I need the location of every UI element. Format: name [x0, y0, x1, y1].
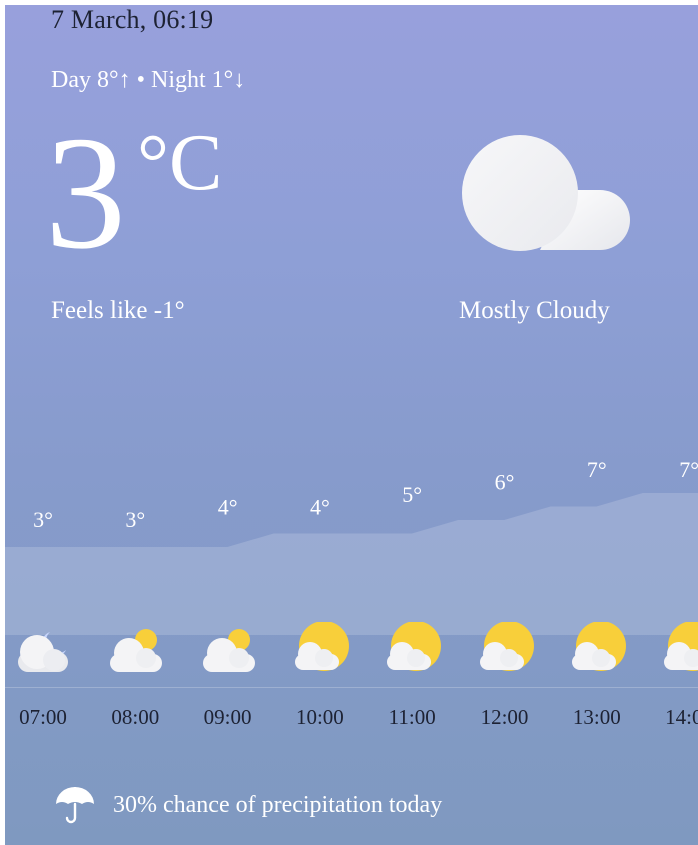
sun-cloud-icon	[381, 621, 443, 676]
hourly-temp-label: 6°	[495, 470, 515, 495]
hourly-temperature-chart: 3° 3° 4° 4° 5° 6° 7° 7°	[5, 457, 698, 635]
hourly-temp-label: 3°	[33, 507, 53, 532]
current-temperature: 3	[45, 104, 126, 283]
hourly-temp-label: 7°	[587, 457, 607, 482]
hourly-time-label: 11:00	[388, 705, 436, 729]
temperature-area	[5, 493, 698, 635]
hourly-time-label: 10:00	[295, 705, 344, 729]
precipitation-text: 30% chance of precipitation today	[113, 791, 443, 818]
hourly-time-label: 08:00	[111, 705, 160, 729]
cloud-moon-icon	[462, 107, 630, 251]
umbrella-icon	[56, 787, 94, 824]
hourly-temp-label: 7°	[679, 457, 698, 482]
hourly-time-label: 14:00	[665, 705, 698, 729]
cloud-sun-icon	[197, 622, 259, 676]
sun-cloud-icon	[566, 621, 628, 676]
sun-cloud-icon	[658, 621, 698, 676]
hourly-time-label: 07:00	[19, 705, 67, 729]
cloud-sun-icon	[104, 622, 166, 676]
hourly-temp-label: 3°	[125, 507, 145, 532]
weather-screen: 7 March, 06:19 Day 8°↑ • Night 1°↓ 3 °C …	[5, 5, 698, 845]
divider	[5, 687, 698, 688]
hourly-time-label: 09:00	[203, 705, 252, 729]
condition-label: Mostly Cloudy	[459, 297, 610, 324]
hourly-temp-label: 4°	[218, 495, 238, 520]
hourly-time-label: 12:00	[480, 705, 529, 729]
hourly-temp-label: 4°	[310, 495, 330, 520]
hourly-time-label: 13:00	[572, 705, 621, 729]
sun-cloud-icon	[474, 621, 536, 676]
sun-cloud-icon	[289, 621, 351, 676]
hourly-temp-label: 5°	[402, 482, 422, 507]
feels-like: Feels like -1°	[51, 297, 185, 324]
cloud-moon-icon	[12, 622, 74, 676]
temperature-unit: °C	[137, 119, 223, 207]
precipitation-row: 30% chance of precipitation today	[53, 785, 442, 825]
date-time: 7 March, 06:19	[51, 5, 214, 34]
day-night-range: Day 8°↑ • Night 1°↓	[51, 67, 246, 93]
